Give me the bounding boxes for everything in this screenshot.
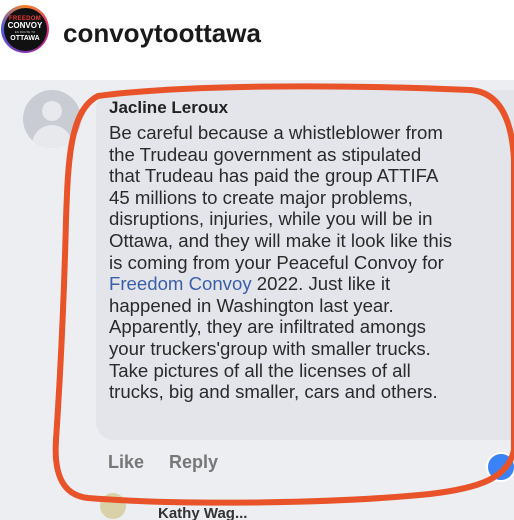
post-image: Jacline Leroux Be careful because a whis… — [0, 80, 514, 520]
comment-line: Apparently, they are infiltrated amongs — [109, 316, 426, 338]
comment-line: your truckers'group with smaller trucks. — [109, 337, 431, 359]
comment-line: the Trudeau government as stipulated — [109, 143, 422, 165]
reply-button[interactable]: Reply — [169, 452, 218, 472]
avatar-text-4: OTTAWA — [10, 35, 40, 42]
avatar-text-2: CONVOY — [7, 21, 43, 30]
username-link[interactable]: convoytoottawa — [63, 18, 261, 49]
comment-line: disruptions, injuries, while you will be… — [109, 208, 433, 230]
post-header: FREEDOM CONVOY EN ROUTE TO OTTAWA convoy… — [0, 0, 514, 80]
avatar-text-3: EN ROUTE TO — [14, 30, 36, 34]
comment-line: that Trudeau has paid the group ATTIFA — [109, 165, 439, 187]
comment-line: 45 millions to create major problems, — [109, 186, 413, 208]
comment-author: Jacline Leroux — [109, 98, 229, 117]
profile-avatar-logo: FREEDOM CONVOY EN ROUTE TO OTTAWA — [3, 7, 47, 51]
comment-line-remainder: 2022. Just like it — [251, 273, 391, 295]
profile-avatar[interactable]: FREEDOM CONVOY EN ROUTE TO OTTAWA — [1, 5, 49, 53]
default-avatar-icon — [23, 90, 81, 148]
freedom-convoy-link[interactable]: Freedom Convoy — [109, 273, 252, 294]
comment-line: Ottawa, and they will make it look like … — [109, 229, 453, 251]
reaction-icon — [486, 452, 514, 482]
next-comment-author: Kathy Wag... — [158, 505, 248, 520]
like-button[interactable]: Like — [108, 452, 144, 472]
comment-text: Be careful because a whistleblower from … — [109, 122, 514, 403]
comment-line: trucks, big and smaller, cars and others… — [109, 381, 438, 403]
comment-line: happened in Washington last year. — [109, 294, 394, 316]
comment-line: Take pictures of all the licenses of all — [109, 359, 411, 381]
comment-line: is coming from your Peaceful Convoy for — [109, 251, 444, 273]
comment-line-with-link: Freedom Convoy 2022. Just like it — [109, 273, 514, 295]
next-comment-avatar — [100, 493, 126, 519]
comment-line: Be careful because a whistleblower from — [109, 122, 443, 143]
comment-actions: Like Reply — [108, 452, 238, 473]
